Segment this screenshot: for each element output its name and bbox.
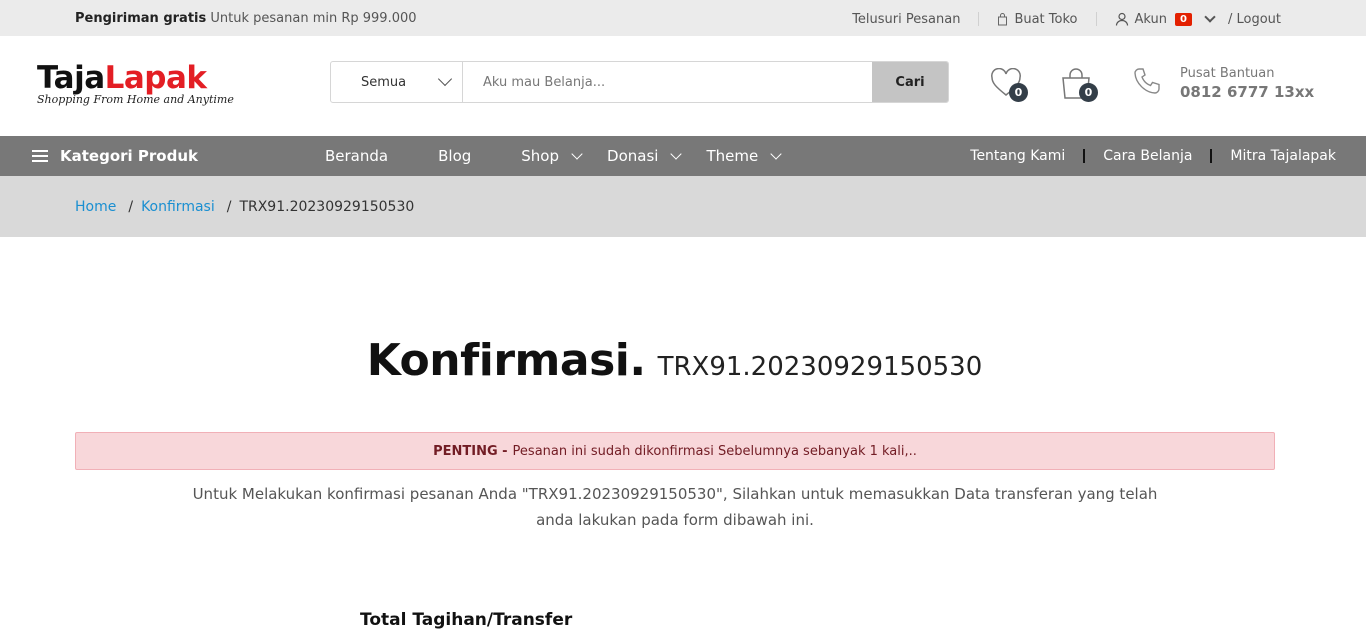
nav-item-shop[interactable]: Shop — [521, 147, 583, 165]
chevron-down-icon — [437, 71, 453, 87]
category-menu-label: Kategori Produk — [60, 147, 198, 165]
confirmation-description: Untuk Melakukan konfirmasi pesanan Anda … — [192, 485, 1158, 529]
account-badge: 0 — [1175, 12, 1192, 26]
breadcrumb: Home / Konfirmasi / TRX91.20230929150530 — [0, 176, 1366, 237]
nav-divider — [1210, 149, 1213, 163]
nav-item-beranda[interactable]: Beranda — [325, 147, 388, 165]
search-input[interactable] — [463, 62, 872, 102]
free-shipping-bold: Pengiriman gratis — [75, 11, 207, 26]
logo-tagline: Shopping From Home and Anytime — [37, 93, 234, 106]
chevron-down-icon — [770, 147, 782, 160]
track-order-link[interactable]: Telusuri Pesanan — [834, 11, 980, 27]
search-bar: Semua Cari — [330, 61, 949, 103]
site-logo[interactable]: TajaLapak Shopping From Home and Anytime — [37, 62, 234, 106]
nav-item-theme[interactable]: Theme — [706, 147, 782, 165]
nav-divider — [1083, 149, 1086, 163]
chevron-down-icon — [670, 147, 683, 160]
page-title-text: Konfirmasi. — [366, 335, 646, 386]
site-header: TajaLapak Shopping From Home and Anytime… — [0, 36, 1366, 136]
search-category-value: Semua — [361, 74, 407, 90]
cart-button[interactable]: 0 — [1060, 68, 1098, 102]
top-bar: Pengiriman gratis Untuk pesanan min Rp 9… — [0, 0, 1366, 36]
secondary-menu: Tentang Kami Cara Belanja Mitra Tajalapa… — [970, 136, 1336, 176]
alert-text: Pesanan ini sudah dikonfirmasi Sebelumny… — [512, 443, 917, 459]
track-order-label: Telusuri Pesanan — [852, 11, 961, 27]
breadcrumb-current: TRX91.20230929150530 — [239, 199, 415, 215]
category-menu-button[interactable]: Kategori Produk — [32, 136, 198, 176]
logo-text-2: Lapak — [104, 60, 207, 96]
help-title: Pusat Bantuan — [1180, 66, 1275, 81]
create-store-link[interactable]: Buat Toko — [979, 11, 1097, 27]
account-label: Akun — [1134, 11, 1168, 27]
nav-item-blog[interactable]: Blog — [438, 147, 471, 165]
user-icon — [1115, 12, 1128, 26]
nav-item-tentang-kami[interactable]: Tentang Kami — [970, 148, 1065, 164]
main-menu: Beranda Blog Shop Donasi Theme — [325, 136, 806, 176]
search-category-select[interactable]: Semua — [331, 62, 463, 102]
page-title: Konfirmasi. TRX91.20230929150530 — [0, 335, 1349, 386]
free-shipping-notice: Pengiriman gratis Untuk pesanan min Rp 9… — [75, 11, 417, 26]
help-center[interactable]: Pusat Bantuan 0812 6777 13xx — [1132, 66, 1314, 101]
phone-icon — [1134, 68, 1160, 94]
nav-label: Shop — [521, 147, 560, 165]
nav-label: Donasi — [607, 147, 659, 165]
main-navbar: Kategori Produk Beranda Blog Shop Donasi… — [0, 136, 1366, 176]
alert-bold: PENTING - — [433, 443, 508, 459]
breadcrumb-home[interactable]: Home — [75, 199, 116, 215]
cart-count: 0 — [1079, 83, 1098, 102]
wishlist-button[interactable]: 0 — [990, 67, 1028, 102]
breadcrumb-separator: / — [226, 199, 232, 215]
account-menu[interactable]: Akun 0 / Logout — [1097, 11, 1281, 27]
logo-text-1: Taja — [37, 60, 105, 96]
free-shipping-text: Untuk pesanan min Rp 999.000 — [210, 11, 417, 26]
chevron-down-icon — [571, 147, 583, 160]
transaction-id: TRX91.20230929150530 — [657, 352, 983, 382]
breadcrumb-separator: / — [128, 199, 134, 215]
search-button[interactable]: Cari — [872, 62, 948, 102]
nav-item-cara-belanja[interactable]: Cara Belanja — [1103, 148, 1192, 164]
nav-label: Blog — [438, 147, 472, 165]
alert-message: PENTING - Pesanan ini sudah dikonfirmasi… — [75, 432, 1275, 470]
store-bag-icon — [998, 12, 1008, 25]
wishlist-count: 0 — [1009, 83, 1028, 102]
hamburger-icon — [32, 150, 48, 162]
help-phone: 0812 6777 13xx — [1180, 83, 1315, 101]
nav-item-mitra[interactable]: Mitra Tajalapak — [1230, 148, 1336, 164]
nav-label: Beranda — [325, 147, 389, 165]
nav-item-donasi[interactable]: Donasi — [607, 147, 683, 165]
logout-link[interactable]: / Logout — [1228, 12, 1281, 27]
nav-label: Theme — [706, 147, 759, 165]
chevron-down-icon[interactable] — [1204, 11, 1216, 23]
breadcrumb-konfirmasi[interactable]: Konfirmasi — [141, 199, 215, 215]
create-store-label: Buat Toko — [1014, 11, 1078, 27]
total-label: Total Tagihan/Transfer — [360, 610, 573, 630]
